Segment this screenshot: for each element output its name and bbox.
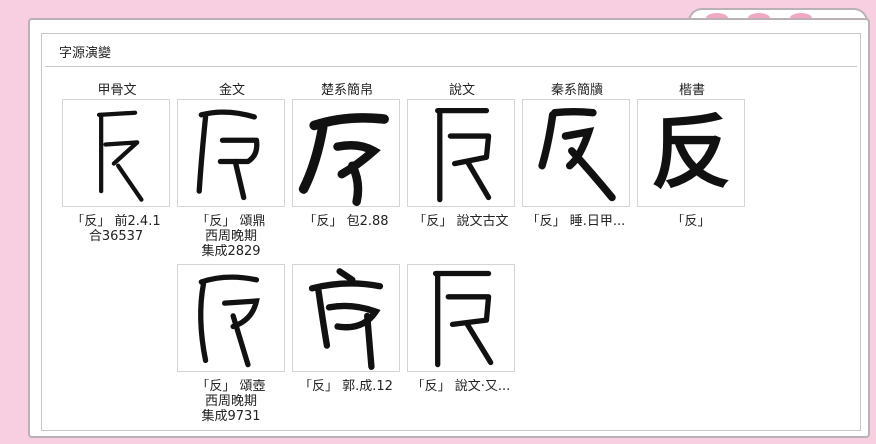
column-header-shuowen: 說文 bbox=[448, 83, 475, 98]
divider bbox=[45, 66, 857, 67]
caption-oracle: 「反」 前2.4.1 合36537 bbox=[57, 214, 175, 244]
caption-kaishu: 「反」 bbox=[632, 214, 750, 229]
caption-line: 「反」 說文古文 bbox=[413, 214, 509, 229]
glyph-bronze-2[interactable] bbox=[177, 264, 285, 372]
glyph-shuowen-2[interactable] bbox=[407, 264, 515, 372]
caption-line: 「反」 頌壺 bbox=[196, 379, 266, 394]
glyph-chu[interactable] bbox=[292, 99, 400, 207]
kaishu-glyph-image: 反 bbox=[651, 106, 732, 200]
kaishu-glyph-text: 反 bbox=[651, 106, 732, 200]
glyph-qin[interactable] bbox=[522, 99, 630, 207]
glyph-oracle[interactable] bbox=[62, 99, 170, 207]
caption-bronze: 「反」 頌鼎 西周晚期 集成2829 bbox=[172, 214, 290, 259]
glyph-shuowen[interactable] bbox=[407, 99, 515, 207]
caption-shuowen: 「反」 說文古文 bbox=[402, 214, 520, 229]
column-header-oracle: 甲骨文 bbox=[97, 83, 137, 98]
caption-line: 集成9731 bbox=[201, 409, 261, 424]
caption-line: 「反」 睡.日甲... bbox=[526, 214, 626, 229]
caption-line: 「反」 bbox=[671, 214, 711, 229]
oracle-glyph-image bbox=[96, 110, 144, 202]
section-title: 字源演變 bbox=[59, 46, 112, 61]
bronze-2-glyph-image bbox=[198, 274, 260, 368]
caption-line: 合36537 bbox=[88, 229, 144, 244]
column-header-kaishu: 楷書 bbox=[678, 83, 705, 98]
caption-shuowen-2: 「反」 說文·又... bbox=[402, 379, 520, 394]
caption-chu: 「反」 包2.88 bbox=[287, 214, 405, 229]
shuowen-glyph-image bbox=[435, 107, 492, 203]
guodian-glyph-image bbox=[308, 268, 384, 370]
glyph-kaishu[interactable]: 反 bbox=[637, 99, 745, 207]
glyph-guodian[interactable] bbox=[292, 264, 400, 372]
caption-line: 「反」 前2.4.1 bbox=[71, 214, 161, 229]
caption-bronze-2: 「反」 頌壺 西周晚期 集成9731 bbox=[172, 379, 290, 424]
caption-line: 「反」 郭.成.12 bbox=[299, 379, 393, 394]
caption-line: 「反」 頌鼎 bbox=[196, 214, 266, 229]
bronze-glyph-image bbox=[196, 109, 260, 201]
caption-line: 「反」 包2.88 bbox=[303, 214, 389, 229]
caption-qin: 「反」 睡.日甲... bbox=[517, 214, 635, 229]
caption-guodian: 「反」 郭.成.12 bbox=[287, 379, 405, 394]
chu-glyph-image bbox=[298, 113, 389, 206]
caption-line: 西周晚期 bbox=[204, 394, 257, 409]
column-header-qin: 秦系簡牘 bbox=[550, 83, 603, 98]
caption-line: 西周晚期 bbox=[204, 229, 257, 244]
shuowen-2-glyph-image bbox=[432, 270, 494, 368]
column-header-bronze: 金文 bbox=[218, 83, 245, 98]
column-header-chu: 楚系簡帛 bbox=[320, 83, 373, 98]
caption-line: 「反」 說文·又... bbox=[411, 379, 511, 394]
glyph-bronze[interactable] bbox=[177, 99, 285, 207]
caption-line: 集成2829 bbox=[201, 244, 261, 259]
qin-glyph-image bbox=[538, 107, 616, 202]
